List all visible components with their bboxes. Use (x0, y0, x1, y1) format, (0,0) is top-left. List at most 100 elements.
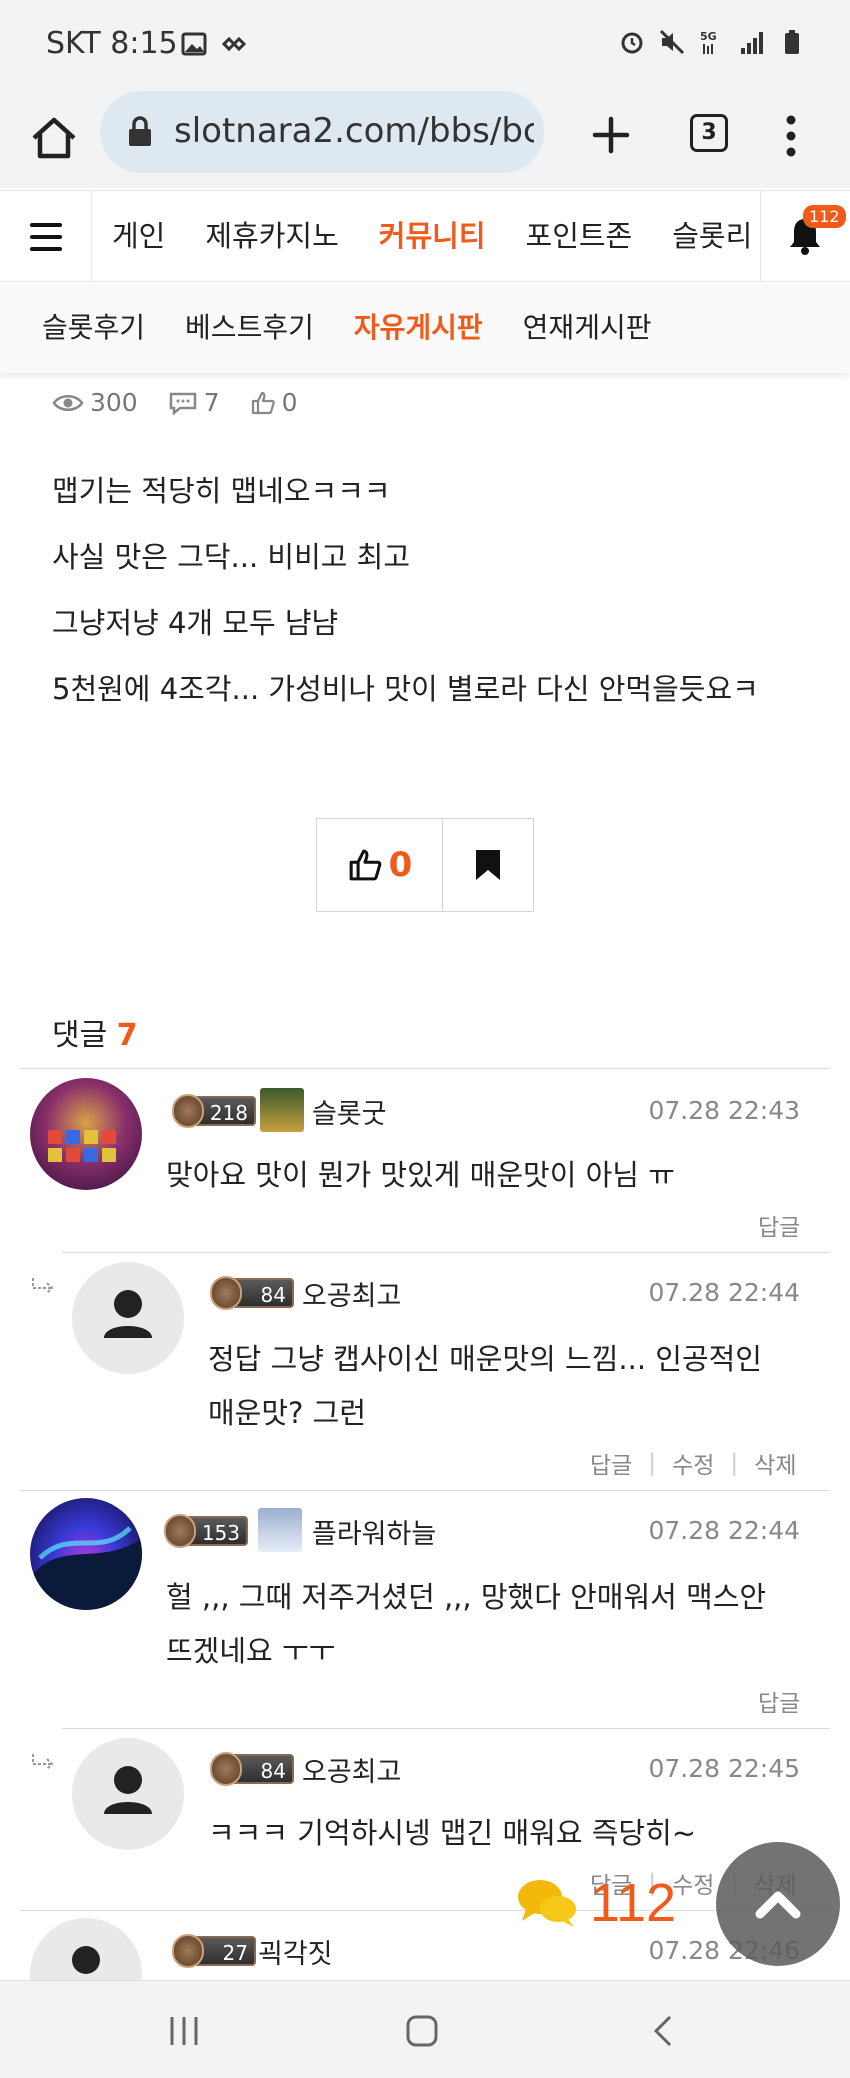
level-badge: 218 (172, 1094, 256, 1128)
bookmark-button[interactable] (443, 819, 533, 911)
comments-label: 댓글 (52, 1018, 108, 1053)
5g-icon: 5G (700, 30, 717, 54)
sub-nav-item[interactable]: 슬롯후기 (22, 283, 165, 373)
nav-item[interactable]: 슬롯리 (652, 191, 760, 281)
post-actions: 0 (316, 818, 534, 912)
level-badge: 27 (172, 1934, 256, 1968)
chat-bubbles-icon (518, 1880, 576, 1927)
comment-text-line: 정답 그냥 캡사이신 매운맛의 느낌... 인공적인 (208, 1342, 762, 1376)
comment-author[interactable]: 오공최고 (302, 1274, 401, 1313)
gallery-icon (181, 32, 207, 56)
comment-author[interactable]: 플라워하늘 (312, 1512, 436, 1551)
floating-chat-count: 112 (590, 1873, 677, 1933)
delete-button[interactable]: 삭제 (754, 1446, 796, 1480)
reply-button[interactable]: 답글 (590, 1446, 632, 1480)
eye-icon (52, 394, 84, 411)
comment-text-line: 헐 ,,, 그때 저주거셨던 ,,, 망했다 안매워서 맥스안 (166, 1580, 767, 1614)
level-badge: 84 (210, 1276, 294, 1310)
comment-count: 7 (168, 388, 220, 417)
edit-button[interactable]: 수정 (672, 1866, 714, 1900)
home-nav-icon[interactable] (402, 2011, 442, 2051)
alarm-icon (621, 32, 643, 54)
post-paragraph: 그냥저냥 4개 모두 냠냠 (52, 606, 339, 640)
view-count: 300 (52, 388, 138, 417)
separator: | (648, 1450, 657, 1476)
avatar-slot-image (48, 1130, 116, 1162)
address-bar[interactable]: slotnara2.com/bbs/bc (100, 91, 544, 173)
notification-badge: 112 (803, 205, 846, 228)
comment-time: 07.28 22:44 (648, 1516, 800, 1545)
nav-item[interactable]: 제휴카지노 (185, 191, 358, 281)
floating-chat-button[interactable]: 112 (514, 1872, 676, 1934)
comment-actions: 답글 (758, 1208, 800, 1242)
sub-nav-item-active[interactable]: 자유게시판 (334, 283, 503, 373)
comment-count-value: 7 (203, 388, 220, 417)
post-body: 맵기는 적당히 맵네오ㅋㅋㅋ 사실 맛은 그닥... 비비고 최고 그냥저냥 4… (52, 466, 812, 730)
url-text: slotnara2.com/bbs/bc (174, 111, 534, 151)
nav-item[interactable]: 포인트존 (506, 191, 653, 281)
browser-toolbar: slotnara2.com/bbs/bc 3 (0, 88, 850, 188)
mute-icon (659, 29, 685, 55)
reply-button[interactable]: 답글 (758, 1684, 800, 1718)
level-badge: 153 (164, 1514, 248, 1548)
new-tab-icon[interactable] (586, 110, 636, 160)
svg-text:5G: 5G (700, 30, 717, 43)
sub-nav-item[interactable]: 연재게시판 (503, 283, 672, 373)
comment-time: 07.28 22:45 (648, 1754, 800, 1783)
post-paragraph: 5천원에 4조각... 가성비나 맛이 별로라 다신 안먹을듯요ㅋ (52, 672, 759, 706)
more-menu-icon[interactable] (776, 110, 806, 162)
notification-button[interactable]: 112 (760, 191, 850, 281)
scroll-to-top-button[interactable] (716, 1842, 840, 1966)
sub-nav: 슬롯후기 베스트후기 자유게시판 연재게시판 (0, 283, 850, 373)
thumbs-up-icon (251, 391, 275, 414)
comments-count: 7 (116, 1018, 138, 1053)
comment-text: 맞아요 맛이 뭔가 맛있게 매운맛이 아님 ㅠ (166, 1158, 675, 1192)
avatar[interactable] (72, 1738, 184, 1850)
separator: | (730, 1450, 739, 1476)
comment-author[interactable]: 슬롯굿 (312, 1092, 387, 1131)
comment-time: 07.28 22:43 (648, 1096, 800, 1125)
signal-icon (741, 32, 763, 54)
link-icon (221, 36, 247, 52)
user-icon (258, 1508, 302, 1552)
edit-button[interactable]: 수정 (672, 1446, 714, 1480)
comment-actions: 답글 | 수정 | 삭제 (590, 1446, 796, 1480)
level-badge: 84 (210, 1752, 294, 1786)
divider (20, 1068, 830, 1069)
home-icon[interactable] (26, 110, 82, 166)
avatar[interactable] (30, 1498, 142, 1610)
sub-nav-item[interactable]: 베스트후기 (165, 283, 334, 373)
lock-icon (129, 116, 151, 146)
status-left-icons (180, 30, 248, 58)
thumbs-up-icon (349, 849, 381, 881)
status-right-icons: 5G (618, 28, 806, 56)
comment-author[interactable]: 괵각짓 (258, 1932, 333, 1971)
like-button[interactable]: 0 (317, 819, 443, 911)
divider (62, 1252, 830, 1253)
recent-apps-icon[interactable] (164, 2011, 204, 2051)
main-nav-items: 게인 제휴카지노 커뮤니티 포인트존 슬롯리 (92, 191, 760, 281)
comment-text-line: 뜨겠네요 ㅜㅜ (166, 1634, 336, 1668)
reply-arrow-icon (32, 1278, 54, 1294)
tab-switcher-button[interactable]: 3 (690, 114, 728, 152)
comment-author[interactable]: 오공최고 (302, 1750, 401, 1789)
nav-item-active[interactable]: 커뮤니티 (359, 191, 506, 281)
avatar-aurora-image (30, 1526, 142, 1610)
back-icon[interactable] (644, 2011, 684, 2051)
like-count-value: 0 (281, 388, 298, 417)
divider (62, 1728, 830, 1729)
avatar[interactable] (30, 1078, 142, 1190)
bookmark-icon (476, 850, 500, 880)
comment-actions: 답글 (758, 1684, 800, 1718)
like-button-count: 0 (388, 845, 413, 885)
chevron-up-icon (755, 1891, 801, 1919)
nav-item[interactable]: 게인 (92, 191, 185, 281)
status-bar: SKT 8:15 5G (0, 0, 850, 88)
hamburger-menu-icon[interactable] (0, 191, 92, 281)
avatar[interactable] (72, 1262, 184, 1374)
battery-icon (785, 30, 799, 54)
comment-bubble-icon (169, 392, 196, 416)
post-paragraph: 사실 맛은 그닥... 비비고 최고 (52, 540, 411, 574)
reply-button[interactable]: 답글 (758, 1208, 800, 1242)
default-user-icon (104, 1290, 152, 1338)
